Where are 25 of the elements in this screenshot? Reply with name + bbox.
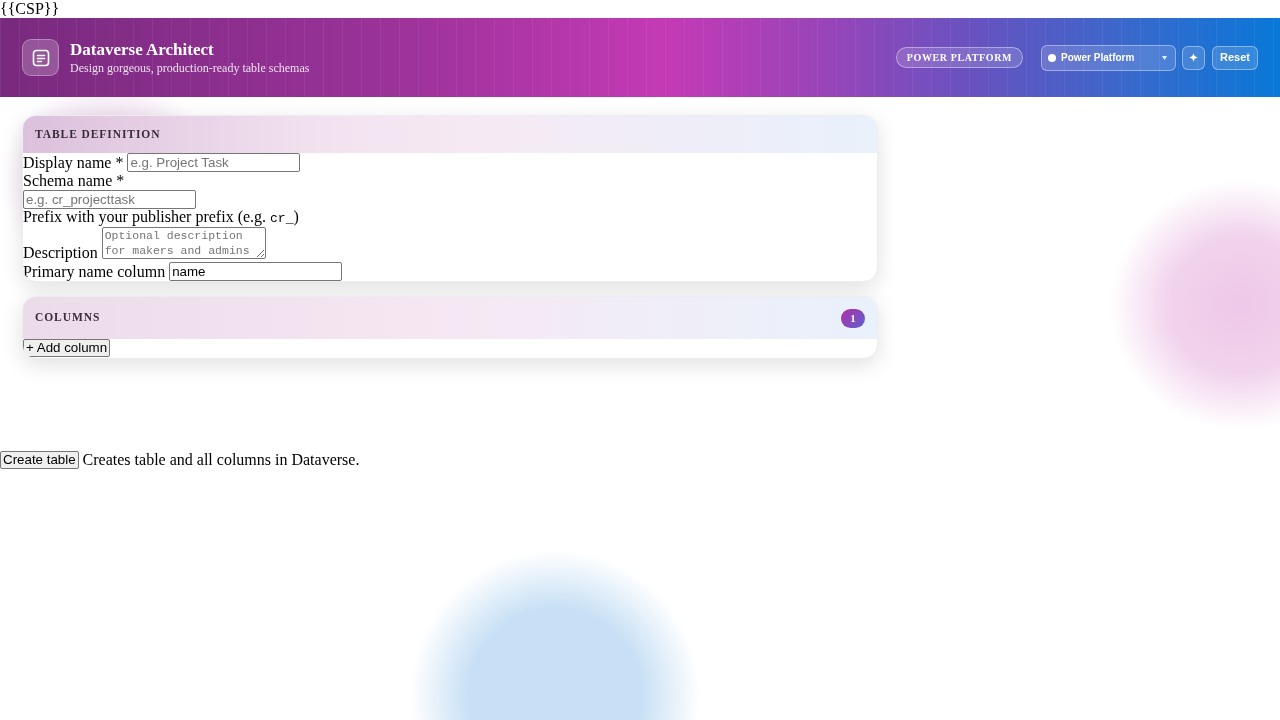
create-table-button[interactable]: Create table — [0, 451, 79, 469]
text-input[interactable]: e.g. Project Task — [127, 153, 301, 172]
app-title: Dataverse Architect — [70, 40, 215, 60]
text-input[interactable]: name — [169, 262, 343, 281]
sparkle-icon — [1189, 53, 1198, 62]
field-label: Primary name column — [23, 262, 166, 281]
description-textarea[interactable]: Optional description for makers and admins — [101, 227, 266, 259]
card-title: COLUMNS — [35, 310, 101, 326]
reset-button[interactable]: Reset — [1212, 45, 1258, 70]
dot-icon — [1048, 53, 1056, 62]
field-label: Display name * — [23, 153, 124, 172]
environment-select[interactable]: Power Platform — [1041, 44, 1176, 71]
field-label: Schema name * — [23, 172, 125, 190]
add-column-button[interactable]: + Add column — [23, 339, 111, 357]
app-subtitle: Design gorgeous, production-ready table schemas — [70, 61, 310, 75]
text-input[interactable]: e.g. cr_projecttask — [23, 190, 196, 209]
caret-icon — [1162, 55, 1167, 60]
platform-tag: POWER PLATFORM — [895, 47, 1023, 68]
template-placeholder-text: {{CSP}} — [0, 0, 60, 18]
field-label: Description — [23, 244, 98, 262]
count-badge: 1 — [841, 308, 865, 328]
notes-icon — [22, 39, 59, 76]
sparkle-button[interactable] — [1182, 45, 1205, 70]
card-title: TABLE DEFINITION — [35, 126, 161, 142]
create-note-text: Creates table and all columns in Dataverse. — [82, 451, 360, 469]
